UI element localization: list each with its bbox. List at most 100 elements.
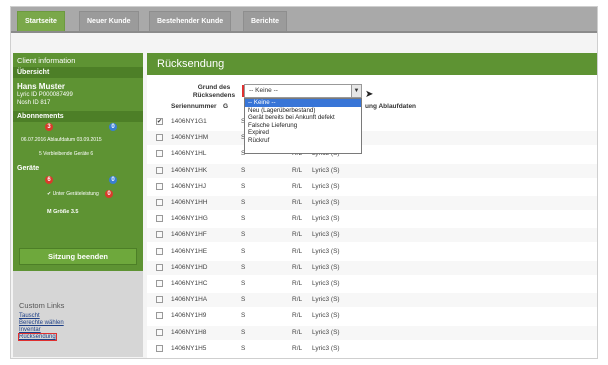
size-cell: S — [241, 215, 246, 223]
main-content: Rücksendung Grund des Rücksendens -- Kei… — [147, 53, 597, 358]
table-row: 1406NY1HH S R/L Lyric3 (S) — [147, 196, 597, 210]
side-cell: R/L — [292, 344, 303, 352]
option-expired[interactable]: Expired — [245, 129, 361, 137]
serial-number: 1406NY1HG — [171, 215, 208, 223]
replacement-note: ✔ Unter Geräteleistung — [47, 191, 99, 197]
table-row: 1406NY1HLSR/LLyric3 (S) — [147, 147, 597, 161]
option-neu[interactable]: Neu (Lagerüberbestand) — [245, 107, 361, 115]
table-row: 1406NY1HMS — [147, 131, 597, 146]
side-cell: R/L — [292, 199, 303, 206]
size-cell: S — [241, 199, 246, 206]
column-header-g: G — [223, 103, 229, 110]
table-row: 1406NY1H8 S R/L Lyric3 (S) — [147, 325, 597, 340]
side-cell: R/L — [292, 296, 303, 304]
table-row: 1406NY1HD S R/L Lyric3 (S) — [147, 260, 597, 275]
custom-links-heading: Custom Links — [19, 301, 65, 310]
return-reason-select[interactable]: -- Keine -- ▼ — [242, 84, 362, 98]
row-checkbox[interactable] — [156, 312, 163, 320]
required-marker — [242, 85, 244, 97]
sidebar: Client information Übersicht Hans Muster… — [13, 53, 143, 357]
mouse-pointer-icon: ➤ — [365, 89, 374, 100]
subscriptions-heading: Abonnements — [13, 111, 143, 122]
link-tauscht[interactable]: Tauscht — [19, 313, 40, 319]
link-berechte-waehlen[interactable]: Berechte wählen — [19, 320, 64, 326]
chevron-down-icon[interactable]: ▼ — [351, 85, 361, 97]
tab-neuer-kunde[interactable]: Neuer Kunde — [79, 11, 139, 31]
subscriptions-blue-badge: 0 — [109, 123, 117, 131]
serial-number: 1406NY1HA — [171, 296, 208, 304]
model-cell: Lyric3 (S) — [312, 231, 340, 239]
model-cell: Lyric3 (S) — [312, 215, 340, 223]
serial-number: 1406NY1G1 — [171, 118, 207, 125]
row-checkbox[interactable] — [156, 166, 163, 174]
model-cell: Lyric3 (S) — [312, 280, 340, 287]
tab-startseite[interactable]: Startseite — [17, 11, 65, 31]
end-session-button[interactable]: Sitzung beenden — [19, 248, 137, 265]
row-checkbox[interactable]: ✔ — [156, 118, 163, 125]
column-header-expiry: ung Ablaufdaten — [365, 103, 417, 110]
model-cell: Lyric3 (S) — [312, 182, 340, 190]
option-keine[interactable]: -- Keine -- — [245, 99, 361, 107]
option-defekt[interactable]: Gerät bereits bei Ankunft defekt — [245, 114, 361, 122]
side-cell: R/L — [292, 166, 303, 174]
check-icon: ✔ — [47, 191, 52, 197]
model-cell: Lyric3 (S) — [312, 328, 340, 336]
serial-number: 1406NY1HE — [171, 247, 208, 255]
model-cell: Lyric3 (S) — [312, 344, 340, 352]
serial-number: 1406NY1HH — [171, 199, 208, 206]
side-cell: R/L — [292, 247, 303, 255]
table-row: 1406NY1HJ S R/L Lyric3 (S) — [147, 180, 597, 194]
table-row: 1406NY1HK S R/L Lyric3 (S) — [147, 163, 597, 178]
option-rueckruf[interactable]: Rückruf — [245, 137, 361, 145]
client-info-heading: Client information — [17, 56, 76, 65]
table-row: ✔1406NY1G1S — [147, 115, 597, 129]
table-row: 1406NY1H9 S R/L Lyric3 (S) — [147, 309, 597, 323]
link-inventar[interactable]: Inventar — [19, 327, 41, 333]
size-cell: S — [241, 296, 246, 304]
model-cell: Lyric3 (S) — [312, 199, 340, 206]
model-cell: Lyric3 (S) — [312, 312, 340, 320]
row-checkbox[interactable] — [156, 199, 163, 206]
size-cell: S — [241, 166, 246, 174]
table-row: 1406NY1H5 S R/L Lyric3 (S) — [147, 342, 597, 356]
link-ruecksendung[interactable]: Rücksendung — [18, 333, 57, 341]
option-falsche-lieferung[interactable]: Falsche Lieferung — [245, 122, 361, 130]
side-cell: R/L — [292, 215, 303, 223]
nosh-id: Nosh ID 817 — [17, 100, 51, 106]
serial-number: 1406NY1HM — [171, 134, 209, 142]
row-checkbox[interactable] — [156, 280, 163, 287]
tab-bestehender-kunde[interactable]: Bestehender Kunde — [149, 11, 232, 31]
devices-heading: Geräte — [13, 163, 143, 174]
serial-number: 1406NY1H5 — [171, 344, 207, 352]
overview-heading: Übersicht — [13, 67, 143, 78]
page-title: Rücksendung — [147, 53, 597, 75]
row-checkbox[interactable] — [156, 231, 163, 239]
side-cell: R/L — [292, 231, 303, 239]
tab-berichte[interactable]: Berichte — [243, 11, 288, 31]
size-cell: S — [241, 344, 246, 352]
side-cell: R/L — [292, 328, 303, 336]
size-cell: S — [241, 231, 246, 239]
row-checkbox[interactable] — [156, 134, 163, 142]
row-checkbox[interactable] — [156, 247, 163, 255]
row-checkbox[interactable] — [156, 263, 163, 271]
size-cell: S — [241, 328, 246, 336]
row-checkbox[interactable] — [156, 215, 163, 223]
devices-blue-badge: 0 — [109, 176, 117, 184]
remaining-devices: 5 Verbleibende Geräte 6 — [39, 151, 94, 157]
subscription-dates: 06.07.2016 Ablaufdatum 03.09.2015 — [21, 137, 102, 143]
serial-number: 1406NY1HF — [171, 231, 207, 239]
size-cell: S — [241, 247, 246, 255]
size-cell: S — [241, 182, 246, 190]
side-cell: R/L — [292, 280, 303, 287]
row-checkbox[interactable] — [156, 182, 163, 190]
model-cell: Lyric3 (S) — [312, 166, 340, 174]
serial-number: 1406NY1HC — [171, 280, 208, 287]
row-checkbox[interactable] — [156, 296, 163, 304]
size-cell: S — [241, 280, 246, 287]
table-row: 1406NY1HE S R/L Lyric3 (S) — [147, 245, 597, 259]
row-checkbox[interactable] — [156, 344, 163, 352]
row-checkbox[interactable] — [156, 150, 163, 158]
row-checkbox[interactable] — [156, 328, 163, 336]
return-reason-value: -- Keine -- — [249, 87, 278, 94]
